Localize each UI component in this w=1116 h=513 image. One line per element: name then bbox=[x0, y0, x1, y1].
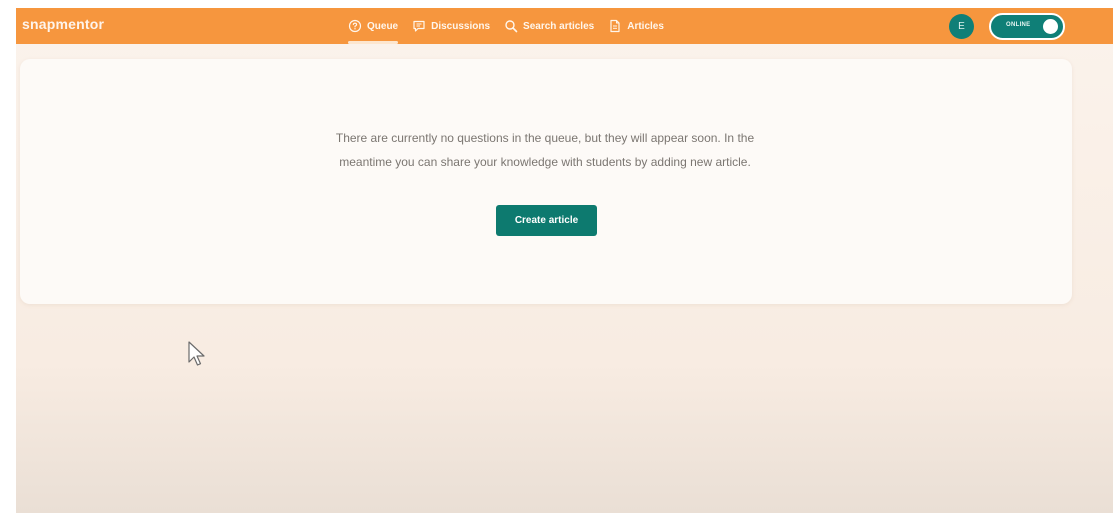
nav-item-queue[interactable]: Queue bbox=[348, 8, 399, 44]
empty-queue-message: There are currently no questions in the … bbox=[335, 131, 755, 169]
online-status-toggle[interactable]: ONLINE bbox=[989, 13, 1065, 40]
document-icon bbox=[608, 19, 622, 33]
create-article-button[interactable]: Create article bbox=[496, 205, 597, 236]
nav-item-articles[interactable]: Articles bbox=[608, 8, 664, 44]
app-logo[interactable]: snapmentor bbox=[22, 16, 104, 32]
queue-empty-card: There are currently no questions in the … bbox=[20, 59, 1072, 304]
nav-item-discussions[interactable]: Discussions bbox=[412, 8, 490, 44]
search-icon bbox=[504, 19, 518, 33]
user-avatar[interactable]: E bbox=[949, 14, 974, 39]
nav-item-label: Search articles bbox=[523, 20, 595, 32]
chat-bubble-icon bbox=[412, 19, 426, 33]
toggle-knob bbox=[1043, 19, 1058, 34]
nav-item-label: Discussions bbox=[431, 20, 491, 32]
app-window: snapmentor Queue Discussions Search arti… bbox=[16, 8, 1113, 513]
nav-item-label: Articles bbox=[627, 20, 664, 32]
question-circle-icon bbox=[348, 19, 362, 33]
nav-item-label: Queue bbox=[367, 20, 399, 32]
nav-item-search-articles[interactable]: Search articles bbox=[504, 8, 594, 44]
main-nav: Queue Discussions Search articles Articl… bbox=[348, 8, 678, 44]
mouse-pointer-icon bbox=[188, 341, 205, 366]
status-label: ONLINE bbox=[1006, 22, 1031, 28]
top-navigation-bar: snapmentor Queue Discussions Search arti… bbox=[16, 8, 1113, 44]
